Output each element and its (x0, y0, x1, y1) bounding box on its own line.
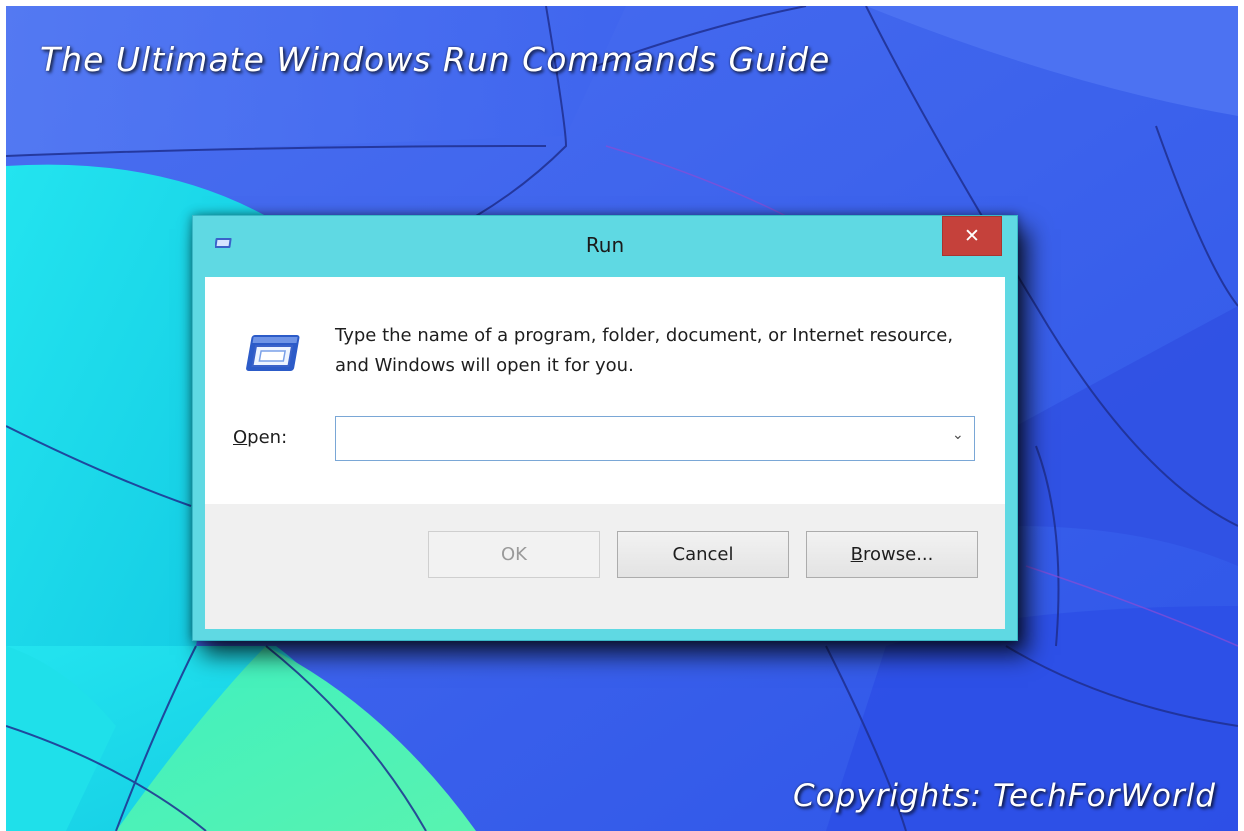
dialog-body: Type the name of a program, folder, docu… (205, 277, 1005, 629)
open-combobox[interactable]: ⌄ (335, 416, 975, 461)
close-icon: ✕ (964, 225, 980, 247)
ok-button[interactable]: OK (428, 531, 600, 578)
title-bar[interactable]: Run ✕ (193, 216, 1017, 277)
headline-text: The Ultimate Windows Run Commands Guide (40, 40, 831, 79)
cancel-button[interactable]: Cancel (617, 531, 789, 578)
instruction-text: Type the name of a program, folder, docu… (335, 325, 954, 376)
close-button[interactable]: ✕ (942, 216, 1002, 256)
open-label-accesskey: O (233, 427, 248, 448)
copyright-text: Copyrights: TechForWorld (793, 778, 1216, 814)
browse-label: Browse... (850, 544, 934, 565)
open-label-rest: pen: (247, 427, 288, 448)
chevron-down-icon[interactable]: ⌄ (952, 427, 966, 447)
dialog-title: Run (585, 233, 625, 257)
run-program-icon (246, 335, 300, 371)
open-label: Open: (233, 427, 287, 448)
run-dialog: Run ✕ Type the name of a program, folder… (192, 215, 1018, 641)
open-input[interactable] (340, 421, 944, 457)
browse-button[interactable]: Browse... (806, 531, 978, 578)
